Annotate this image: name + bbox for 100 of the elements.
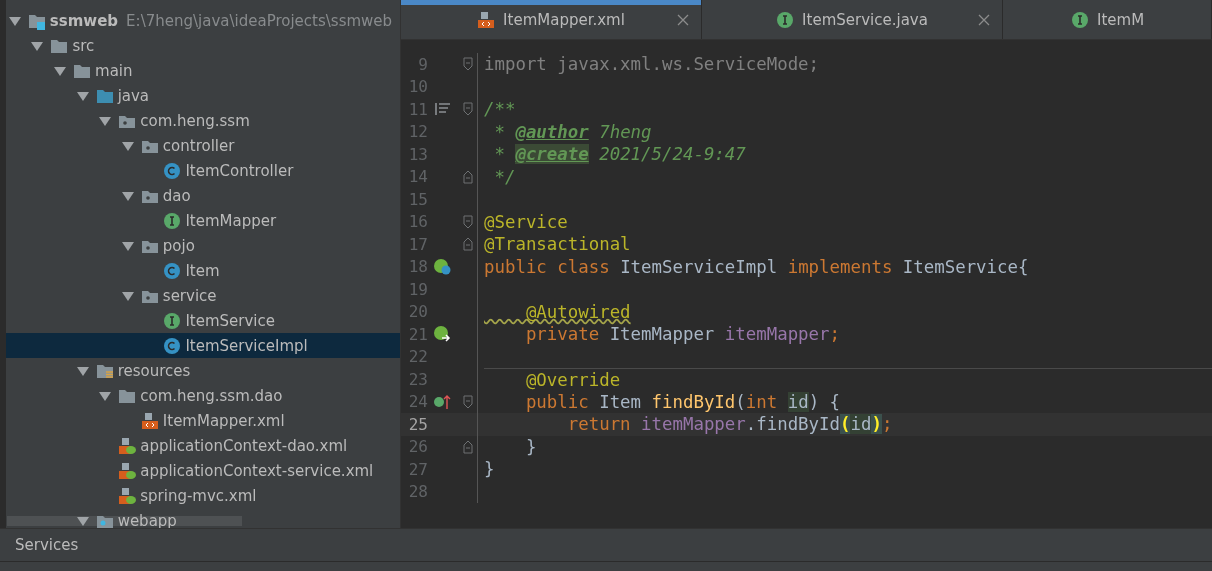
code-line: @Transactional [484, 234, 631, 255]
tree-item-label: ItemServiceImpl [185, 336, 308, 355]
tree-item-label: spring-mvc.xml [140, 486, 257, 505]
expand-arrow-icon[interactable] [31, 39, 44, 52]
code-line: } [484, 459, 495, 480]
editor-tab[interactable]: ItemService.java [702, 0, 1003, 39]
bean-icon[interactable] [433, 257, 453, 276]
tree-item[interactable]: resources [5, 358, 400, 383]
code-line: private ItemMapper itemMapper; [524, 324, 840, 345]
line-number: 9 [417, 54, 428, 74]
tree-item-label: ItemService [185, 311, 275, 330]
interface-icon [163, 211, 182, 230]
fold-marker-icon[interactable] [462, 57, 473, 72]
fold-marker-icon[interactable] [462, 214, 473, 229]
panel-title[interactable]: Services [15, 536, 79, 554]
tree-item[interactable]: ItemController [5, 158, 400, 183]
tree-item[interactable]: java [5, 83, 400, 108]
tree-item[interactable]: applicationContext-dao.xml [5, 433, 400, 458]
expand-arrow-icon[interactable] [8, 14, 21, 27]
tree-item-label: ItemMapper [185, 211, 277, 230]
expand-arrow-icon[interactable] [121, 189, 134, 202]
line-number: 11 [407, 99, 428, 119]
tree-item-label: ItemController [185, 161, 294, 180]
tree-item-label: service [162, 286, 217, 305]
expand-arrow-icon[interactable] [99, 389, 112, 402]
editor-tab[interactable]: ItemMapper.xml [401, 0, 702, 39]
tree-item[interactable]: pojo [5, 233, 400, 258]
line-number: 14 [407, 167, 428, 187]
code-line: /** [484, 99, 516, 120]
bean-icon[interactable] [433, 325, 453, 344]
tree-item[interactable]: src [5, 33, 400, 58]
tree-item-label: pojo [162, 236, 195, 255]
line-number: 19 [407, 279, 428, 299]
fold-marker-icon[interactable] [462, 169, 473, 184]
spring-xml-file-icon [118, 486, 137, 505]
code-line: @Autowired [524, 301, 631, 322]
tree-item-label: applicationContext-service.xml [140, 461, 374, 480]
tree-item-label: webapp [117, 511, 177, 528]
tree-item[interactable]: ItemServiceImpl [5, 333, 400, 358]
tree-item[interactable]: ssmweb E:\7heng\java\ideaProjects\ssmweb [5, 8, 400, 33]
tree-item[interactable]: com.heng.ssm [5, 108, 400, 133]
expand-arrow-icon[interactable] [99, 114, 112, 127]
code-line: import javax.xml.ws.ServiceMode; [484, 54, 820, 75]
code-line: } [524, 436, 537, 457]
line-number: 15 [407, 189, 428, 209]
line-number: 12 [407, 122, 428, 142]
line-number: 13 [407, 144, 428, 164]
tree-item[interactable]: service [5, 283, 400, 308]
code-line: * @author 7heng [493, 121, 652, 142]
line-number: 28 [407, 482, 428, 502]
line-number: 21 [407, 324, 428, 344]
code-line: return itemMapper.findById(id); [566, 414, 893, 435]
tree-item[interactable]: dao [5, 183, 400, 208]
line-number: 20 [407, 302, 428, 322]
expand-arrow-icon[interactable] [76, 89, 89, 102]
fold-marker-icon[interactable] [462, 102, 473, 117]
tree-item[interactable]: spring-mvc.xml [5, 483, 400, 508]
line-number: 25 [407, 414, 428, 434]
expand-arrow-icon[interactable] [76, 364, 89, 377]
code-line: @Service [484, 211, 568, 232]
code-line: @Override [524, 369, 621, 390]
code-line: * @create 2021/5/24-9:47 [493, 144, 746, 165]
interface-icon [1071, 10, 1089, 29]
tree-item[interactable]: ItemMapper.xml [5, 408, 400, 433]
expand-arrow-icon[interactable] [121, 239, 134, 252]
class-icon [163, 161, 182, 180]
tree-item[interactable]: ItemService [5, 308, 400, 333]
expand-arrow-icon[interactable] [121, 139, 134, 152]
tree-item[interactable]: ItemMapper [5, 208, 400, 233]
tree-item[interactable]: controller [5, 133, 400, 158]
expand-arrow-icon[interactable] [54, 64, 66, 77]
close-icon[interactable] [677, 13, 689, 26]
tree-item[interactable]: webapp [5, 508, 400, 528]
tree-item-label: com.heng.ssm [140, 111, 250, 130]
fold-marker-icon[interactable] [462, 439, 473, 454]
xml-file-icon [140, 411, 159, 430]
code-line: */ [493, 166, 516, 187]
tree-item[interactable]: Item [5, 258, 400, 283]
tree-item[interactable]: main [5, 58, 400, 83]
line-number: 16 [407, 212, 428, 232]
line-number: 17 [407, 234, 428, 254]
expand-arrow-icon[interactable] [76, 514, 89, 527]
fold-marker-icon[interactable] [462, 394, 473, 409]
scrollbar[interactable] [6, 516, 242, 526]
tree-item[interactable]: com.heng.ssm.dao [5, 383, 400, 408]
fold-marker-icon[interactable] [462, 237, 473, 252]
tree-item-label: com.heng.ssm.dao [140, 386, 283, 405]
class-icon [163, 336, 182, 355]
spring-xml-file-icon [118, 461, 137, 480]
tree-item-label: applicationContext-dao.xml [140, 436, 348, 455]
line-number: 27 [407, 459, 428, 479]
interface-icon [163, 311, 182, 330]
close-icon[interactable] [978, 13, 990, 26]
editor-tab[interactable]: ItemM [1003, 0, 1212, 39]
tree-item-label: Item [185, 261, 220, 280]
tree-item[interactable]: applicationContext-service.xml [5, 458, 400, 483]
code-line: public class ItemServiceImpl implements ItemService{ [484, 256, 1029, 277]
class-icon [163, 261, 182, 280]
code-line: public Item findById(int id) { [524, 391, 841, 412]
expand-arrow-icon[interactable] [121, 289, 134, 302]
